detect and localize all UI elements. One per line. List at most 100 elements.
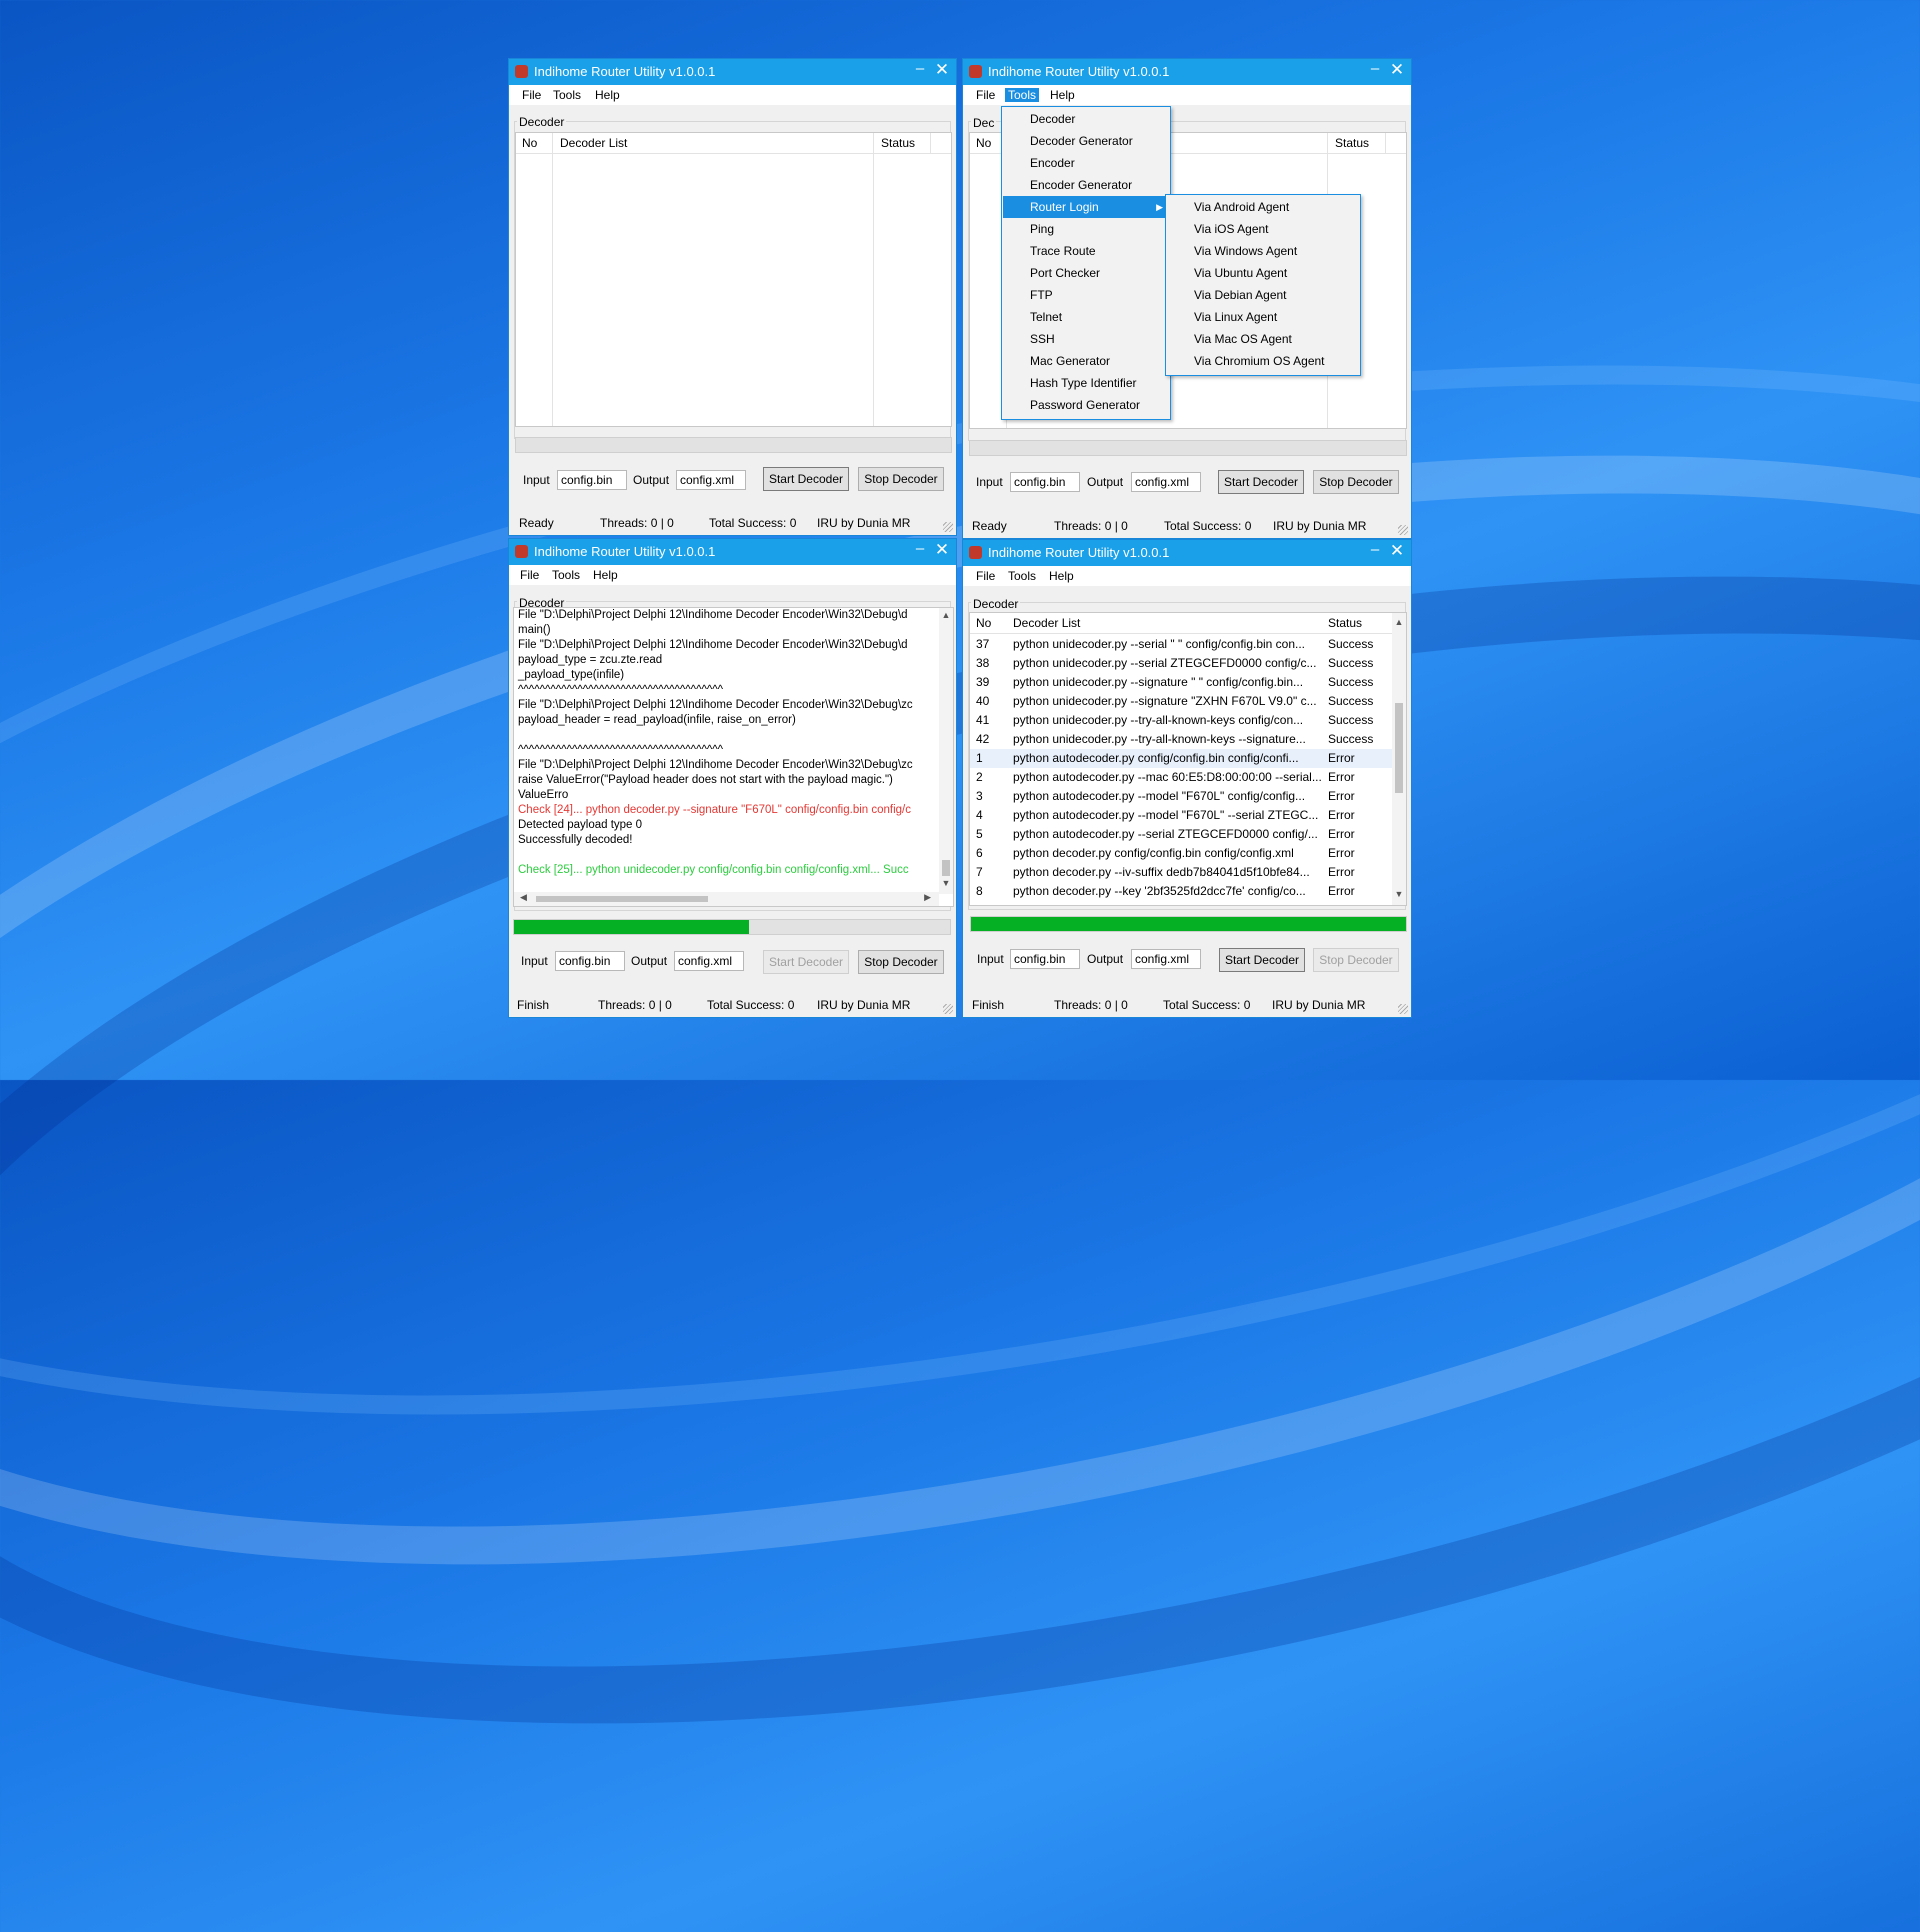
submenu-item-via-android-agent[interactable]: Via Android Agent xyxy=(1167,196,1359,218)
close-icon[interactable]: ✕ xyxy=(1389,541,1405,561)
stop-decoder-button[interactable]: Stop Decoder xyxy=(858,950,944,974)
col-decoder-list[interactable]: Decoder List xyxy=(560,136,627,150)
close-icon[interactable]: ✕ xyxy=(934,540,950,560)
scroll-right-icon[interactable]: ▶ xyxy=(924,892,931,903)
menu-tools[interactable]: Tools xyxy=(1005,88,1040,102)
start-decoder-button[interactable]: Start Decoder xyxy=(763,467,849,491)
start-decoder-button[interactable]: Start Decoder xyxy=(763,950,849,974)
menu-help[interactable]: Help xyxy=(1050,88,1075,102)
input-field[interactable]: config.bin xyxy=(557,470,627,490)
col-no[interactable]: No xyxy=(976,136,991,150)
menu-item-hash-type-identifier[interactable]: Hash Type Identifier xyxy=(1003,372,1169,394)
resize-grip-icon[interactable] xyxy=(943,522,953,532)
scroll-down-icon[interactable]: ▼ xyxy=(939,878,953,888)
horizontal-scrollbar[interactable]: ◀ ▶ xyxy=(514,892,939,906)
table-row[interactable]: 8 python decoder.py --key '2bf3525fd2dcc7… xyxy=(970,882,1392,901)
resize-grip-icon[interactable] xyxy=(1398,1004,1408,1014)
col-no[interactable]: No xyxy=(976,616,991,630)
start-decoder-button[interactable]: Start Decoder xyxy=(1218,470,1304,494)
decoder-list[interactable]: No Decoder List Status ▲ ▼ 37 python unid… xyxy=(969,612,1407,906)
table-row[interactable]: 42 python unidecoder.py --try-all-known-k… xyxy=(970,730,1392,749)
router-login-submenu[interactable]: Via Android Agent Via iOS Agent Via Window… xyxy=(1165,194,1361,376)
menu-item-telnet[interactable]: Telnet xyxy=(1003,306,1169,328)
table-row[interactable]: 41 python unidecoder.py --try-all-known-k… xyxy=(970,711,1392,730)
title-bar[interactable]: Indihome Router Utility v1.0.0.1 – ✕ xyxy=(509,539,956,565)
table-row[interactable]: 5 python autodecoder.py --serial ZTEGCEFD… xyxy=(970,825,1392,844)
menu-item-encoder[interactable]: Encoder xyxy=(1003,152,1169,174)
menu-item-mac-generator[interactable]: Mac Generator xyxy=(1003,350,1169,372)
close-icon[interactable]: ✕ xyxy=(1389,60,1405,80)
vertical-scrollbar[interactable]: ▲ ▼ xyxy=(1392,613,1406,905)
table-row[interactable]: 2 python autodecoder.py --mac 60:E5:D8:00… xyxy=(970,768,1392,787)
menu-tools[interactable]: Tools xyxy=(1008,569,1036,583)
scroll-up-icon[interactable]: ▲ xyxy=(939,610,953,620)
scroll-thumb[interactable] xyxy=(536,896,708,902)
title-bar[interactable]: Indihome Router Utility v1.0.0.1 – ✕ xyxy=(963,59,1411,85)
submenu-item-via-mac-os-agent[interactable]: Via Mac OS Agent xyxy=(1167,328,1359,350)
input-field[interactable]: config.bin xyxy=(1010,472,1080,492)
table-row[interactable]: 1 python autodecoder.py config/config.bin… xyxy=(970,749,1392,768)
menu-item-encoder-generator[interactable]: Encoder Generator xyxy=(1003,174,1169,196)
table-row[interactable]: 7 python decoder.py --iv-suffix dedb7b840… xyxy=(970,863,1392,882)
table-row[interactable]: 37 python unidecoder.py --serial " " conf… xyxy=(970,635,1392,654)
table-row[interactable]: 9 python decoder.py --key '2bf3525fd2dcc7… xyxy=(970,901,1392,905)
resize-grip-icon[interactable] xyxy=(943,1004,953,1014)
table-row[interactable]: 40 python unidecoder.py --signature "ZXHN… xyxy=(970,692,1392,711)
menu-item-trace-route[interactable]: Trace Route xyxy=(1003,240,1169,262)
submenu-item-via-ios-agent[interactable]: Via iOS Agent xyxy=(1167,218,1359,240)
menu-file[interactable]: File xyxy=(522,88,541,102)
scroll-thumb[interactable] xyxy=(942,860,950,876)
minimize-icon[interactable]: – xyxy=(1367,541,1383,558)
menu-tools[interactable]: Tools xyxy=(552,568,580,582)
menu-help[interactable]: Help xyxy=(1049,569,1074,583)
table-row[interactable]: 38 python unidecoder.py --serial ZTEGCEFD… xyxy=(970,654,1392,673)
start-decoder-button[interactable]: Start Decoder xyxy=(1219,948,1305,972)
vertical-scrollbar[interactable]: ▲ ▼ xyxy=(939,608,953,894)
col-status[interactable]: Status xyxy=(1335,136,1369,150)
minimize-icon[interactable]: – xyxy=(1367,60,1383,77)
input-field[interactable]: config.bin xyxy=(1010,949,1080,969)
scroll-left-icon[interactable]: ◀ xyxy=(520,892,527,903)
col-no[interactable]: No xyxy=(522,136,537,150)
submenu-item-via-linux-agent[interactable]: Via Linux Agent xyxy=(1167,306,1359,328)
menu-tools[interactable]: Tools xyxy=(553,88,581,102)
menu-help[interactable]: Help xyxy=(595,88,620,102)
scroll-down-icon[interactable]: ▼ xyxy=(1392,889,1406,899)
table-row[interactable]: 39 python unidecoder.py --signature " " c… xyxy=(970,673,1392,692)
scroll-thumb[interactable] xyxy=(1395,703,1403,793)
col-status[interactable]: Status xyxy=(881,136,915,150)
close-icon[interactable]: ✕ xyxy=(934,60,950,80)
menu-item-ssh[interactable]: SSH xyxy=(1003,328,1169,350)
menu-help[interactable]: Help xyxy=(593,568,618,582)
menu-file[interactable]: File xyxy=(976,569,995,583)
submenu-item-via-windows-agent[interactable]: Via Windows Agent xyxy=(1167,240,1359,262)
col-decoder-list[interactable]: Decoder List xyxy=(1013,616,1080,630)
menu-item-ftp[interactable]: FTP xyxy=(1003,284,1169,306)
menu-item-decoder-generator[interactable]: Decoder Generator xyxy=(1003,130,1169,152)
output-field[interactable]: config.xml xyxy=(1131,949,1201,969)
table-row[interactable]: 4 python autodecoder.py --model "F670L" -… xyxy=(970,806,1392,825)
menu-file[interactable]: File xyxy=(976,88,995,102)
submenu-item-via-debian-agent[interactable]: Via Debian Agent xyxy=(1167,284,1359,306)
submenu-item-via-ubuntu-agent[interactable]: Via Ubuntu Agent xyxy=(1167,262,1359,284)
app-window-bottom-left[interactable]: Indihome Router Utility v1.0.0.1 – ✕ Fil… xyxy=(508,538,957,1018)
title-bar[interactable]: Indihome Router Utility v1.0.0.1 – ✕ xyxy=(509,59,956,85)
minimize-icon[interactable]: – xyxy=(912,540,928,557)
resize-grip-icon[interactable] xyxy=(1398,525,1408,535)
output-field[interactable]: config.xml xyxy=(676,470,746,490)
decoder-list[interactable]: No Decoder List Status xyxy=(515,132,952,427)
output-field[interactable]: config.xml xyxy=(674,951,744,971)
menu-item-router-login[interactable]: Router Login ▶ xyxy=(1003,196,1169,218)
submenu-item-via-chromium-os-agent[interactable]: Via Chromium OS Agent xyxy=(1167,350,1359,372)
menu-item-ping[interactable]: Ping xyxy=(1003,218,1169,240)
output-field[interactable]: config.xml xyxy=(1131,472,1201,492)
stop-decoder-button[interactable]: Stop Decoder xyxy=(1313,948,1399,972)
minimize-icon[interactable]: – xyxy=(912,60,928,77)
menu-item-password-generator[interactable]: Password Generator xyxy=(1003,394,1169,416)
tools-menu[interactable]: Decoder Decoder Generator Encoder Encoder G… xyxy=(1001,106,1171,420)
stop-decoder-button[interactable]: Stop Decoder xyxy=(1313,470,1399,494)
scroll-up-icon[interactable]: ▲ xyxy=(1392,617,1406,627)
app-window-bottom-right[interactable]: Indihome Router Utility v1.0.0.1 – ✕ Fil… xyxy=(962,539,1412,1018)
log-output[interactable]: Check [25]... python unidecoder.py confi… xyxy=(513,607,954,907)
table-row[interactable]: 6 python decoder.py config/config.bin con… xyxy=(970,844,1392,863)
